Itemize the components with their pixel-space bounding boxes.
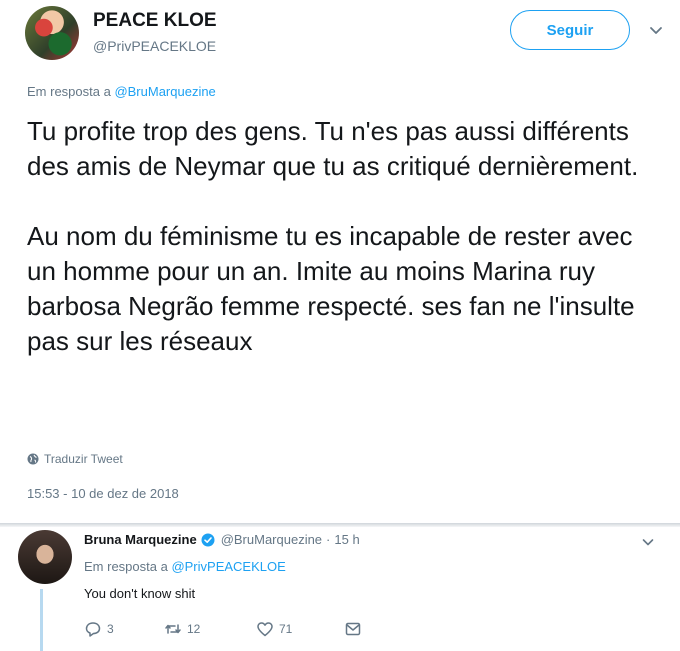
- thread-line: [40, 589, 43, 651]
- tweet-text: Tu profite trop des gens. Tu n'es pas au…: [27, 114, 667, 359]
- author-name[interactable]: PEACE KLOE: [93, 10, 217, 32]
- reply-count: 3: [107, 622, 114, 636]
- action-bar: 3 12 71: [84, 620, 362, 638]
- message-button[interactable]: [344, 620, 362, 638]
- like-button[interactable]: 71: [256, 620, 344, 638]
- reply-button[interactable]: 3: [84, 620, 164, 638]
- reply-text: You don't know shit: [84, 586, 196, 601]
- retweet-icon: [165, 624, 181, 634]
- retweet-button[interactable]: 12: [164, 620, 256, 638]
- verified-icon: [201, 533, 215, 546]
- reply-time[interactable]: 15 h: [334, 532, 359, 547]
- translate-label: Traduzir Tweet: [44, 452, 123, 466]
- reply-author-handle[interactable]: @BruMarquezine: [221, 532, 322, 547]
- message-icon: [345, 622, 361, 636]
- reply-mention-link[interactable]: @BruMarquezine: [114, 84, 215, 99]
- tweet-timestamp[interactable]: 15:53 - 10 de dez de 2018: [27, 486, 179, 501]
- reply-tweet[interactable]: Bruna Marquezine @BruMarquezine · 15 h E…: [0, 527, 680, 651]
- main-tweet: PEACE KLOE @PrivPEACEKLOE Seguir Em resp…: [0, 0, 680, 523]
- reply-author-header: Bruna Marquezine @BruMarquezine · 15 h: [84, 532, 360, 547]
- reply-prefix: Em resposta a: [84, 559, 172, 574]
- like-icon: [257, 622, 273, 637]
- author-handle[interactable]: @PrivPEACEKLOE: [93, 38, 216, 54]
- translate-tweet-link[interactable]: Traduzir Tweet: [27, 452, 123, 466]
- reply-context: Em resposta a @PrivPEACEKLOE: [84, 559, 286, 574]
- retweet-count: 12: [187, 622, 201, 636]
- avatar[interactable]: [18, 530, 72, 584]
- chevron-down-icon[interactable]: [641, 535, 655, 549]
- globe-icon: [27, 453, 39, 465]
- chevron-down-icon[interactable]: [648, 22, 664, 38]
- tweet-paragraph-2: Au nom du féminisme tu es incapable de r…: [27, 221, 635, 356]
- reply-mention-link[interactable]: @PrivPEACEKLOE: [171, 559, 285, 574]
- separator: ·: [326, 532, 331, 547]
- reply-context: Em resposta a @BruMarquezine: [27, 84, 216, 99]
- reply-icon: [85, 622, 101, 637]
- tweet-paragraph-1: Tu profite trop des gens. Tu n'es pas au…: [27, 116, 639, 181]
- avatar[interactable]: [25, 6, 79, 60]
- follow-button[interactable]: Seguir: [510, 10, 630, 50]
- reply-author-name[interactable]: Bruna Marquezine: [84, 532, 197, 547]
- like-count: 71: [279, 622, 293, 636]
- reply-prefix: Em resposta a: [27, 84, 115, 99]
